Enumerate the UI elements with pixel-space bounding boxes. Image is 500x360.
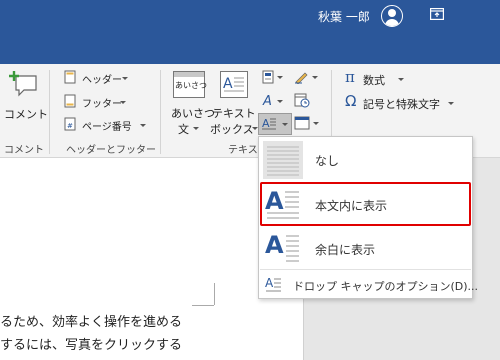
object-icon[interactable]	[294, 116, 310, 130]
text-box-button-label-2[interactable]: ボックス	[210, 121, 254, 137]
drop-cap-options-item[interactable]: A ドロップ キャップのオプション(D)...	[260, 272, 478, 298]
equation-dropdown-icon[interactable]	[398, 78, 404, 81]
user-avatar-icon[interactable]	[381, 5, 403, 27]
menu-separator	[260, 269, 471, 270]
greeting-dropdown-icon[interactable]	[193, 127, 199, 130]
document-text-line[interactable]: るため、効率よく操作を進める	[0, 311, 182, 330]
svg-text:A: A	[265, 232, 284, 259]
drop-cap-in-margin-label: 余白に表示	[315, 243, 376, 257]
equation-icon: π	[345, 68, 355, 86]
group-separator	[49, 70, 50, 154]
footer-dropdown-icon[interactable]	[120, 101, 126, 104]
footer-button[interactable]: フッター	[82, 95, 122, 110]
drop-cap-icon: A	[262, 117, 276, 130]
drop-cap-none-icon	[263, 141, 303, 179]
greeting-icon: あいさつ	[173, 71, 207, 98]
header-footer-group-label: ヘッダーとフッター	[66, 145, 156, 156]
drop-cap-dropdown-icon	[282, 123, 288, 126]
text-box-button-label[interactable]: テキスト	[212, 105, 256, 121]
comments-group-label: コメント	[4, 145, 44, 156]
page-number-button[interactable]: ページ番号	[82, 118, 132, 133]
margin-marker	[192, 305, 214, 306]
drop-cap-in-margin-icon: A	[265, 232, 299, 262]
drop-cap-options-icon: A	[265, 276, 281, 292]
svg-text:A: A	[262, 117, 270, 130]
signature-line-dropdown-icon[interactable]	[312, 76, 318, 79]
equation-button[interactable]: 数式	[363, 72, 385, 88]
text-group-label: テキス	[228, 145, 258, 156]
wordart-dropdown-icon[interactable]	[277, 100, 283, 103]
svg-text:A: A	[265, 276, 274, 290]
group-separator	[160, 70, 161, 154]
greeting-icon-text: あいさつ	[175, 81, 207, 90]
drop-cap-in-margin-option[interactable]: A 余白に表示	[260, 227, 471, 269]
header-dropdown-icon[interactable]	[122, 77, 128, 80]
new-comment-button[interactable]: コメント	[4, 106, 48, 122]
date-time-icon[interactable]	[294, 93, 310, 108]
greeting-button-label[interactable]: あいさつ	[171, 105, 215, 121]
ribbon-display-options-icon[interactable]	[430, 8, 444, 20]
drop-cap-options-label: ドロップ キャップのオプション(D)...	[293, 280, 479, 293]
drop-cap-none-option[interactable]: なし	[260, 138, 471, 180]
new-comment-icon[interactable]	[6, 70, 38, 98]
wordart-icon[interactable]: A	[262, 93, 274, 107]
symbol-icon: Ω	[345, 92, 357, 110]
selection-highlight	[260, 182, 471, 226]
greeting-button-label-2[interactable]: 文	[178, 121, 189, 137]
header-button[interactable]: ヘッダー	[82, 71, 122, 86]
title-bar: 秋葉 一郎	[0, 0, 500, 64]
footer-icon	[64, 94, 76, 108]
drop-cap-button[interactable]: A	[258, 113, 292, 135]
svg-text:#: #	[67, 122, 73, 130]
text-box-icon: A	[220, 71, 248, 98]
object-dropdown-icon[interactable]	[313, 122, 319, 125]
quick-parts-icon[interactable]	[262, 70, 274, 84]
quick-parts-dropdown-icon[interactable]	[277, 76, 283, 79]
page-number-icon: #	[64, 117, 76, 131]
page-number-dropdown-icon[interactable]	[140, 124, 146, 127]
svg-text:A: A	[262, 94, 272, 107]
header-icon	[64, 70, 76, 84]
margin-marker	[214, 283, 215, 305]
user-name[interactable]: 秋葉 一郎	[318, 8, 370, 25]
svg-text:A: A	[223, 76, 233, 92]
signature-line-icon[interactable]	[294, 70, 308, 84]
drop-cap-none-label: なし	[315, 154, 340, 168]
symbol-button[interactable]: 記号と特殊文字	[363, 96, 440, 112]
symbol-dropdown-icon[interactable]	[448, 102, 454, 105]
document-text-line[interactable]: するには、写真をクリックする	[0, 334, 182, 353]
